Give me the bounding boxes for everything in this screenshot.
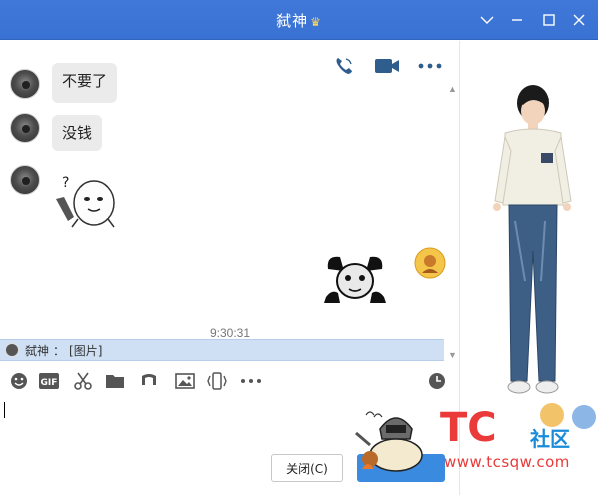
minimize-icon[interactable]: [505, 8, 529, 32]
self-avatar[interactable]: [414, 247, 446, 284]
text-caret: [4, 402, 5, 418]
more-icon[interactable]: [240, 370, 262, 392]
panda-knife-sticker[interactable]: ?: [52, 169, 122, 236]
emoji-icon[interactable]: [8, 370, 30, 392]
video-camera-icon[interactable]: [373, 53, 401, 79]
gif-icon[interactable]: GIF: [38, 370, 60, 392]
contact-avatar[interactable]: [10, 69, 40, 99]
crown-icon: ♛: [310, 15, 322, 29]
more-icon[interactable]: [416, 53, 444, 79]
chat-pane: 不要了 没钱 ? 9:30:31 ▲ ▼ 弑神 ： [图片] GIF 关闭(C): [0, 41, 460, 495]
watermark-community: 社区: [530, 427, 570, 451]
new-message-notification[interactable]: 弑神 ： [图片]: [0, 339, 444, 361]
contact-avatar[interactable]: [10, 113, 40, 143]
close-icon[interactable]: [567, 8, 591, 32]
svg-text:GIF: GIF: [41, 378, 58, 388]
message-bubble: 没钱: [52, 115, 103, 151]
message-toolbar: GIF: [0, 367, 460, 395]
maximize-icon[interactable]: [537, 8, 561, 32]
image-icon[interactable]: [174, 370, 196, 392]
small-avatar-icon: [540, 403, 564, 427]
notification-separator: ：: [53, 343, 66, 358]
shake-icon[interactable]: [206, 370, 228, 392]
scrollbar[interactable]: ▲ ▼: [446, 83, 458, 361]
folder-icon[interactable]: [104, 370, 126, 392]
contact-avatar[interactable]: [10, 165, 40, 195]
contact-name: 弑神: [276, 12, 309, 30]
notification-content: [图片]: [69, 343, 103, 358]
character-figure: [485, 81, 575, 416]
chevron-down-icon[interactable]: [475, 8, 499, 32]
watermark-brand: TC: [440, 405, 497, 451]
scroll-up-icon[interactable]: ▲: [448, 85, 457, 94]
phone-icon[interactable]: [330, 53, 358, 79]
small-avatar-icon: [572, 405, 596, 429]
scroll-down-icon[interactable]: ▼: [448, 351, 457, 360]
soldier-sticker: [350, 399, 442, 482]
panda-head-sticker[interactable]: [322, 249, 388, 310]
svg-text:?: ?: [62, 175, 69, 191]
message-bubble: 不要了: [52, 63, 118, 103]
watermark: TC 社区 www.tcsqw.com: [440, 403, 598, 490]
music-icon[interactable]: [138, 370, 160, 392]
notification-sender: 弑神: [25, 343, 50, 358]
timestamp: 9:30:31: [209, 326, 251, 340]
close-button[interactable]: 关闭(C): [271, 454, 343, 482]
watermark-url: www.tcsqw.com: [444, 453, 570, 471]
title-bar: 弑神 ♛: [0, 0, 598, 40]
notification-avatar: [5, 343, 19, 357]
history-clock-icon[interactable]: [426, 370, 448, 392]
scissors-icon[interactable]: [72, 370, 94, 392]
